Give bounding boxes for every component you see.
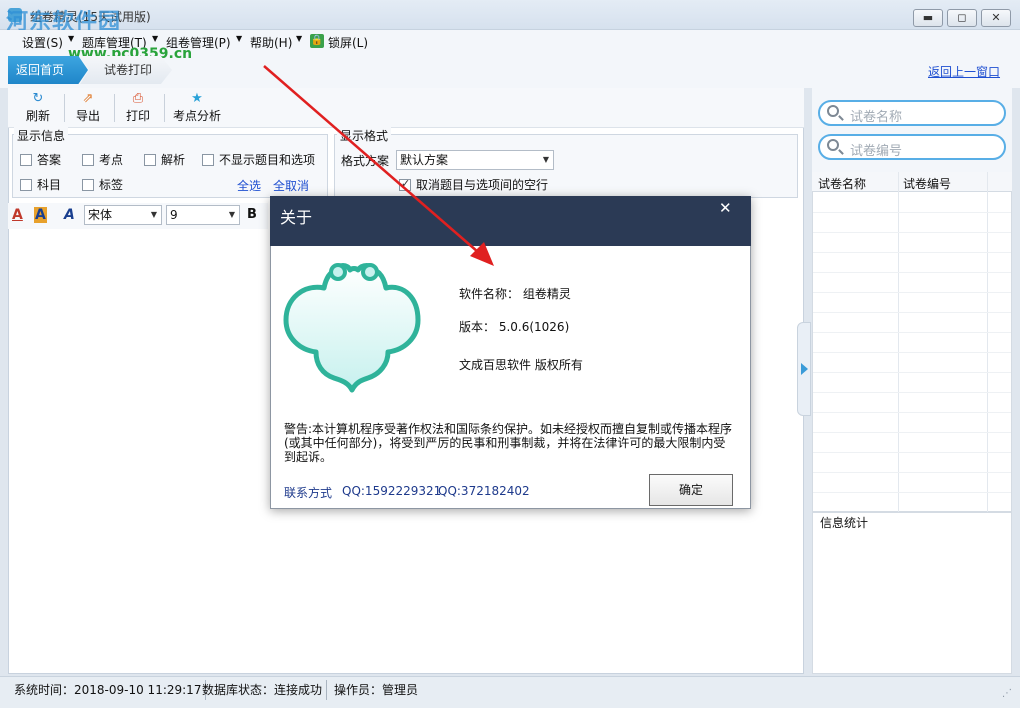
col-paper-code[interactable]: 试卷编号: [903, 175, 951, 192]
search-icon: [827, 105, 839, 117]
menu-lock[interactable]: 锁屏(L): [328, 34, 368, 51]
grid-row: [813, 492, 1011, 493]
grid-row: [813, 412, 1011, 413]
bold-button[interactable]: B: [247, 207, 257, 222]
export-button[interactable]: ⇗ 导出: [64, 90, 112, 126]
tab-paper-print[interactable]: 试卷打印: [80, 56, 172, 84]
refresh-label: 刷新: [25, 109, 50, 123]
resize-grip-icon[interactable]: ⋰: [998, 684, 1016, 704]
display-format-legend: 显示格式: [337, 127, 392, 144]
subject-checkbox[interactable]: 科目: [20, 176, 61, 193]
paper-list-grid[interactable]: [812, 172, 1012, 512]
display-info-legend: 显示信息: [14, 127, 69, 144]
scheme-label: 格式方案: [341, 154, 390, 168]
grid-row: [813, 392, 1011, 393]
grid-row: [813, 212, 1011, 213]
highlight-color-icon[interactable]: A: [34, 207, 47, 223]
grid-divider: [987, 172, 988, 512]
collapse-panel-handle[interactable]: [797, 322, 811, 416]
analysis-checkbox[interactable]: 解析: [144, 151, 185, 168]
star-icon: ★: [191, 91, 203, 106]
scheme-select[interactable]: 默认方案 ▼: [396, 150, 554, 170]
export-icon: ⇗: [82, 91, 94, 106]
grid-divider: [898, 172, 899, 512]
grid-row: [813, 312, 1011, 313]
grid-row: [813, 332, 1011, 333]
print-label: 打印: [125, 109, 150, 123]
refresh-button[interactable]: ↻ 刷新: [14, 90, 62, 126]
info-statistics-panel: [812, 512, 1012, 674]
grid-row: [813, 252, 1011, 253]
mascot-logo: [283, 263, 421, 393]
minimize-button[interactable]: ▬: [913, 9, 943, 27]
dialog-header: [270, 196, 751, 246]
font-color-icon[interactable]: A: [12, 207, 23, 223]
paper-name-search[interactable]: 试卷名称: [818, 100, 1006, 126]
status-time: 系统时间：2018-09-10 11:29:17: [10, 680, 207, 700]
print-icon: ⎙: [132, 91, 144, 106]
chevron-down-icon: ▼: [228, 210, 235, 219]
print-button[interactable]: ⎙ 打印: [114, 90, 162, 126]
lock-icon: 🔒: [310, 34, 324, 48]
title-bar: [0, 0, 1020, 30]
grid-row: [813, 372, 1011, 373]
chevron-down-icon: ▼: [150, 210, 157, 219]
remove-blank-checkbox[interactable]: 取消题目与选项间的空行: [399, 176, 548, 193]
font-family-select[interactable]: 宋体 ▼: [84, 205, 162, 225]
grid-row: [813, 232, 1011, 233]
chevron-down-icon: ▼: [68, 34, 75, 43]
contact-qq-2: QQ:372182402: [438, 484, 530, 498]
deselect-all-link[interactable]: 全取消: [273, 177, 309, 194]
paper-code-placeholder: 试卷编号: [850, 144, 903, 159]
legal-warning: 警告:本计算机程序受著作权法和国际条约保护。如未经授权而擅自复制或传播本程序(或…: [284, 422, 733, 464]
menu-settings[interactable]: 设置(S): [22, 34, 63, 51]
ok-button[interactable]: 确定: [649, 474, 733, 506]
analysis-label: 考点分析: [172, 109, 221, 123]
tab-home[interactable]: 返回首页: [8, 56, 88, 84]
tag-checkbox[interactable]: 标签: [82, 176, 123, 193]
analysis-button[interactable]: ★ 考点分析: [168, 90, 226, 126]
grid-row: [813, 452, 1011, 453]
dialog-title: 关于: [280, 208, 313, 227]
dialog-close-button[interactable]: ✕: [719, 199, 732, 217]
menu-help[interactable]: 帮助(H): [250, 34, 292, 51]
search-icon: [827, 139, 839, 151]
font-style-icon[interactable]: A: [64, 207, 75, 223]
chevron-down-icon: ▼: [152, 34, 159, 43]
toolbar-divider: [164, 94, 165, 122]
grid-row: [813, 292, 1011, 293]
copyright-text: 文成百思软件 版权所有: [459, 358, 583, 372]
chevron-down-icon: ▼: [296, 34, 303, 43]
hide-question-checkbox[interactable]: 不显示题目和选项: [202, 151, 315, 168]
contact-qq-1: QQ:1592229321: [342, 484, 442, 498]
chevron-down-icon: ▼: [542, 155, 549, 164]
select-all-link[interactable]: 全选: [237, 177, 261, 194]
refresh-icon: ↻: [32, 91, 44, 106]
software-name: 软件名称： 组卷精灵: [459, 287, 571, 301]
software-version: 版本： 5.0.6(1026): [459, 320, 570, 334]
status-db: 数据库状态：连接成功: [198, 680, 328, 700]
point-checkbox[interactable]: 考点: [82, 151, 123, 168]
info-statistics-label: 信息统计: [820, 516, 869, 530]
grid-row: [813, 352, 1011, 353]
font-size-select[interactable]: 9 ▼: [166, 205, 240, 225]
restore-button[interactable]: ◻: [947, 9, 977, 27]
grid-row: [813, 272, 1011, 273]
paper-name-placeholder: 试卷名称: [850, 110, 903, 125]
back-link[interactable]: 返回上一窗口: [928, 63, 1000, 80]
contact-label: 联系方式: [284, 486, 333, 500]
answer-checkbox[interactable]: 答案: [20, 151, 61, 168]
status-operator: 操作员：管理员: [334, 683, 419, 697]
chevron-down-icon: ▼: [236, 34, 243, 43]
close-button[interactable]: ✕: [981, 9, 1011, 27]
grid-row: [813, 472, 1011, 473]
col-paper-name[interactable]: 试卷名称: [818, 175, 866, 192]
export-label: 导出: [75, 109, 100, 123]
grid-row: [813, 432, 1011, 433]
paper-code-search[interactable]: 试卷编号: [818, 134, 1006, 160]
